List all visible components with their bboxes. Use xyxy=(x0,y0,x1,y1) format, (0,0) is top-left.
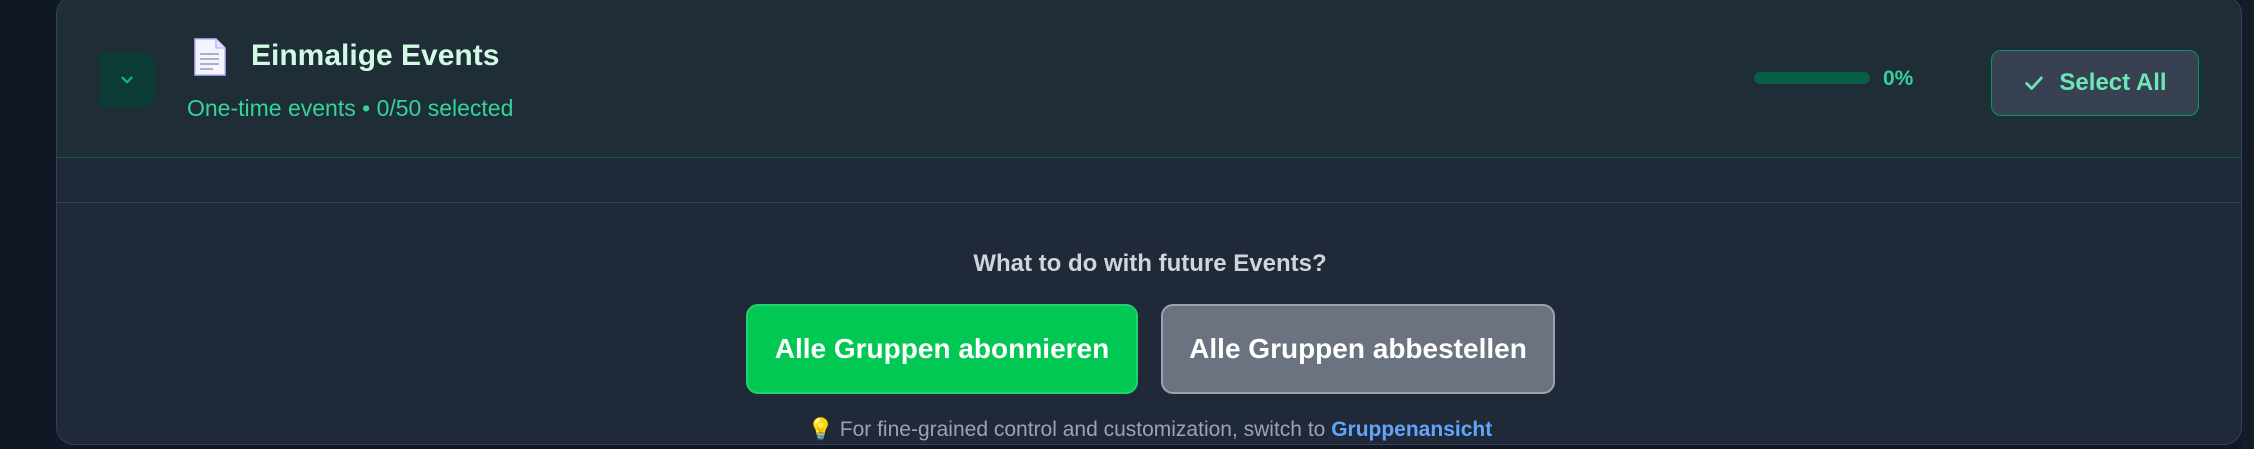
section-divider xyxy=(57,202,2241,203)
document-icon xyxy=(194,38,226,76)
chevron-down-icon xyxy=(121,76,133,84)
group-view-hint: 💡 For fine-grained control and customiza… xyxy=(57,418,2241,442)
group-header-one-time-events: Einmalige Events One-time events • 0/50 … xyxy=(57,0,2241,158)
left-sidebar-edge xyxy=(0,0,56,449)
selection-progress-text: 0% xyxy=(1883,67,1914,90)
select-all-label: Select All xyxy=(2059,69,2167,96)
subscribe-all-groups-button[interactable]: Alle Gruppen abonnieren xyxy=(746,304,1138,394)
unsubscribe-all-groups-button[interactable]: Alle Gruppen abbestellen xyxy=(1161,304,1555,394)
collapse-group-button[interactable] xyxy=(99,52,155,108)
event-groups-panel: Einmalige Events One-time events • 0/50 … xyxy=(56,0,2242,445)
select-all-button[interactable]: Select All xyxy=(1991,50,2199,116)
future-events-question: What to do with future Events? xyxy=(973,250,1327,277)
group-selection-summary: One-time events • 0/50 selected xyxy=(187,95,514,121)
checkmark-icon xyxy=(2025,76,2044,90)
scrollbar-track[interactable] xyxy=(2242,0,2254,449)
group-title: Einmalige Events xyxy=(251,39,500,72)
lightbulb-icon: 💡 xyxy=(807,418,834,441)
selection-progress-bar xyxy=(1754,72,1870,84)
hint-text: For fine-grained control and customizati… xyxy=(839,418,1326,441)
group-view-link[interactable]: Gruppenansicht xyxy=(1331,418,1492,441)
